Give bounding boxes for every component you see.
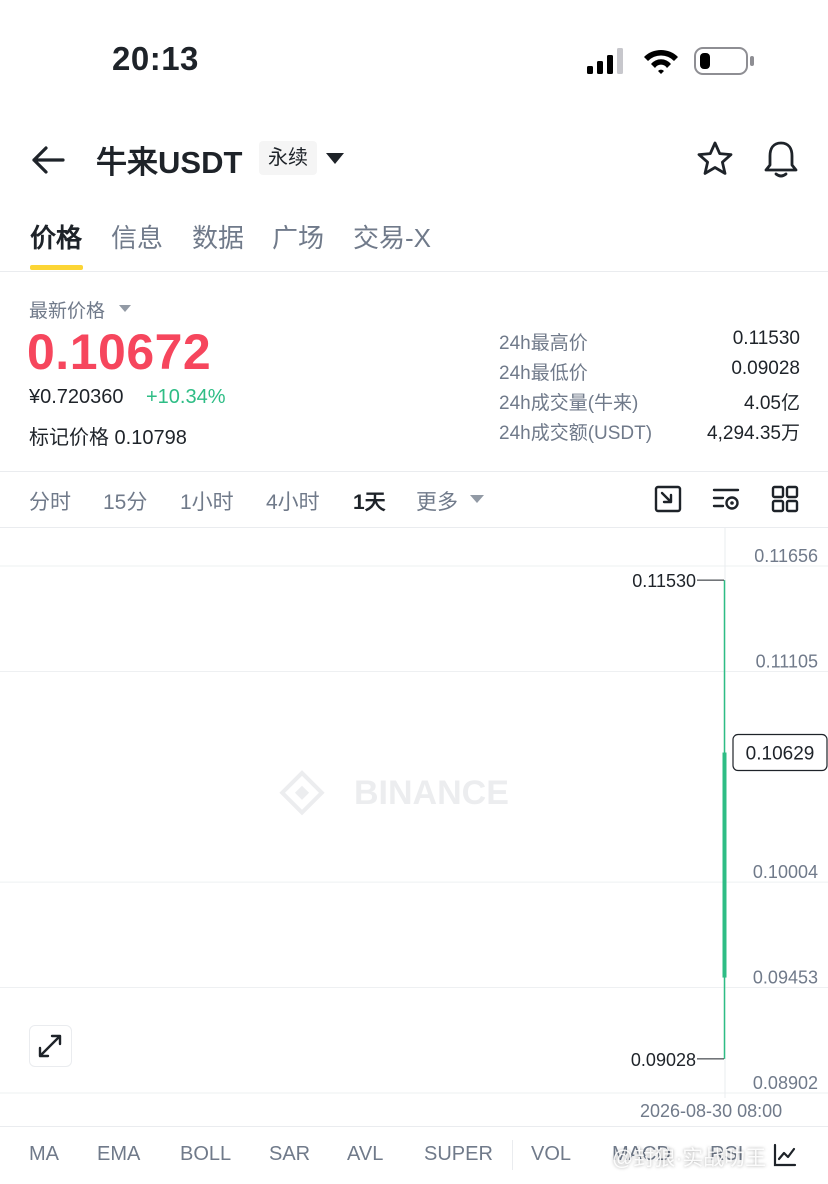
battery-icon [694,47,754,75]
chart-gridlines [0,565,828,1094]
low-marker-label: 0.09028 [631,1050,696,1070]
current-price-tag: 0.10629 [732,733,828,772]
stat-label-turnover: 24h成交额(USDT) [499,423,653,444]
price-change-percent: +10.34% [146,386,226,408]
signal-icon [587,48,623,74]
time-axis-label: 2026-08-30 08:00 [640,1101,783,1121]
grid-layout-icon[interactable] [770,484,800,514]
interval-more[interactable]: 更多 [416,486,458,516]
caret-down-icon[interactable] [470,495,484,503]
indicator-ema[interactable]: EMA [97,1143,140,1166]
tab-square[interactable]: 广场 [272,218,324,255]
divider [512,1140,513,1170]
bell-icon[interactable] [762,139,800,179]
status-icons [587,47,754,75]
y-axis-label: 0.10004 [753,862,818,882]
stat-label-high: 24h最高价 [499,333,588,354]
latest-price-label[interactable]: 最新价格 [29,296,105,323]
watermark-text: BINANCE [354,774,509,812]
indicator-boll[interactable]: BOLL [180,1143,231,1166]
candle-body [722,752,727,978]
tab-data[interactable]: 数据 [192,218,244,255]
star-icon[interactable] [696,140,734,178]
pair-title[interactable]: 牛来USDT [96,137,242,182]
interval-timeline[interactable]: 分时 [29,486,71,516]
binance-watermark: BINANCE [279,770,509,816]
mark-price: 标记价格 0.10798 [29,427,187,449]
last-price: 0.10672 [27,324,212,380]
binance-logo-icon [279,770,325,816]
indicator-avl[interactable]: AVL [347,1143,383,1166]
kline-chart[interactable]: BINANCE 0.11530 0.09028 0.11656 0.11105 0.1… [0,528,828,1098]
y-axis-label: 0.09453 [753,968,818,988]
interval-4h[interactable]: 4小时 [266,486,320,516]
indicator-sar[interactable]: SAR [269,1143,310,1166]
stat-value-turnover: 4,294.35万 [707,423,800,444]
stat-value-volume: 4.05亿 [744,393,800,414]
tab-trade-x[interactable]: 交易-X [353,218,431,255]
active-tab-indicator [30,265,83,270]
caret-down-icon[interactable] [119,305,131,312]
stat-label-low: 24h最低价 [499,363,588,384]
y-axis-label: 0.11656 [754,546,818,566]
overlay-watermark: @封狼·实战叻王 [612,1147,767,1170]
stat-value-low: 0.09028 [731,358,800,379]
tab-info[interactable]: 信息 [111,218,163,255]
interval-1d[interactable]: 1天 [353,486,386,516]
cny-price: ¥0.720360 [29,386,124,408]
indicator-vol[interactable]: VOL [531,1143,571,1166]
chart-mode-icon[interactable] [653,484,683,514]
contract-type-badge: 永续 [259,141,317,175]
y-axis-label: 0.08902 [753,1073,818,1093]
caret-down-icon[interactable] [326,153,344,164]
wifi-icon [644,49,678,74]
high-marker-label: 0.11530 [632,571,696,591]
indicator-ma[interactable]: MA [29,1143,59,1166]
interval-1h[interactable]: 1小时 [180,486,234,516]
back-arrow-icon[interactable] [28,140,68,180]
divider [0,471,828,472]
indicator-super[interactable]: SUPER [424,1143,493,1166]
divider [0,271,828,272]
current-price-value: 0.10629 [746,744,815,765]
tab-price[interactable]: 价格 [30,218,82,255]
expand-icon [38,1034,62,1058]
divider [0,1126,828,1127]
stat-label-volume: 24h成交量(牛来) [499,393,639,414]
status-time: 20:13 [112,40,199,77]
y-axis-label: 0.11105 [756,651,818,671]
interval-15m[interactable]: 15分 [103,486,147,516]
indicator-settings-icon[interactable] [772,1142,798,1168]
fullscreen-button[interactable] [29,1025,72,1067]
stat-value-high: 0.11530 [732,328,800,349]
indicator-settings-icon[interactable] [711,484,741,514]
